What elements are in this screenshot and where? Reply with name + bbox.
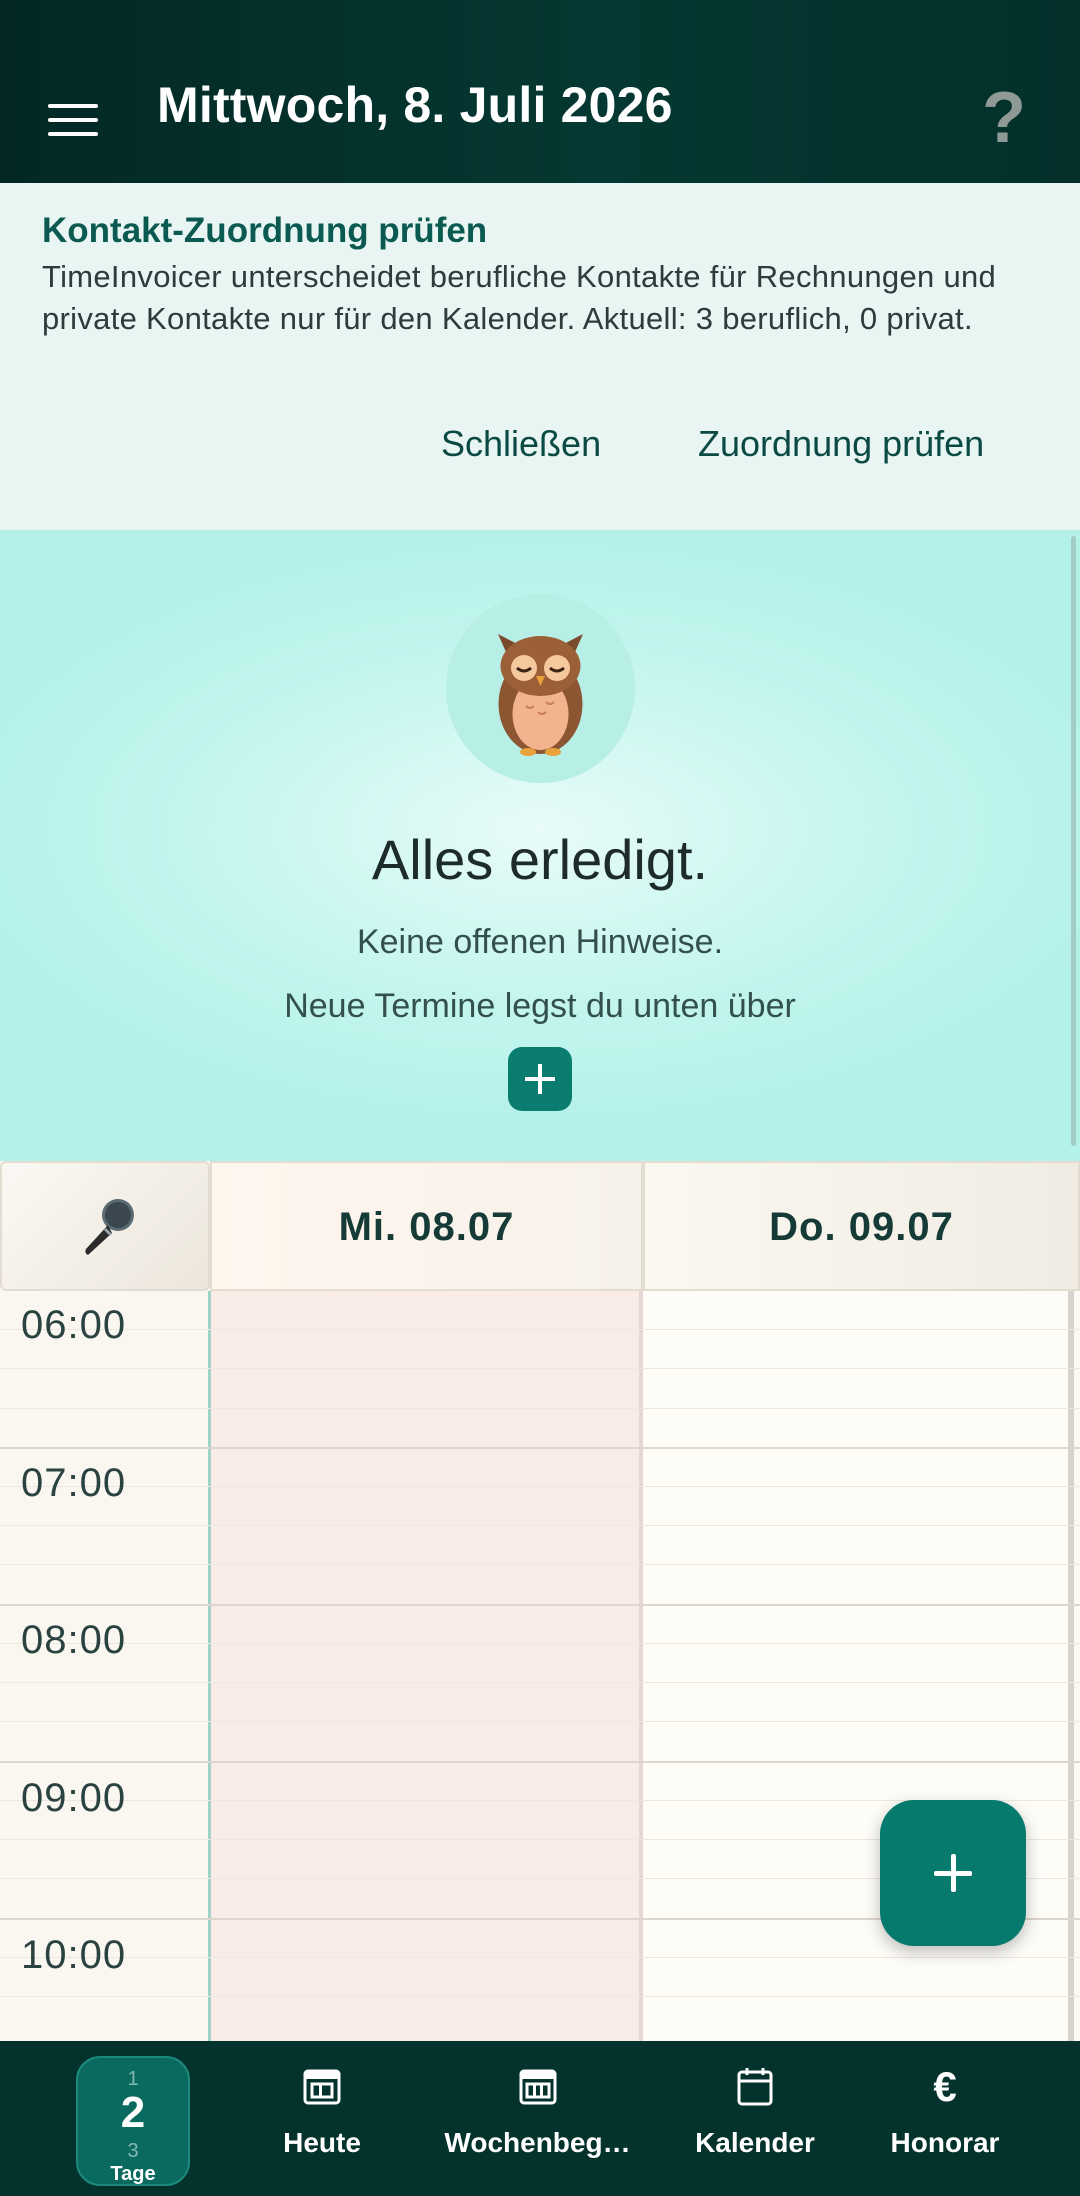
page-title: Mittwoch, 8. Juli 2026 (157, 77, 673, 133)
add-appointment-button[interactable] (880, 1800, 1026, 1946)
grid-edge (1068, 1291, 1074, 2041)
nav-fee[interactable]: € Honorar (885, 2065, 1005, 2175)
empty-state-title: Alles erledigt. (371, 828, 709, 891)
day-header-2[interactable]: Do. 09.07 (643, 1161, 1080, 1291)
bottom-navigation: 1 2 3 Tage Heute Wochenbeg… Kalender € H… (0, 2041, 1080, 2196)
days-option-below: 3 (127, 2140, 139, 2162)
owl-avatar (446, 594, 635, 783)
time-label: 09:00 (21, 1776, 127, 1820)
time-label: 08:00 (21, 1618, 127, 1662)
nav-calendar-label: Kalender (695, 2127, 815, 2158)
day-header-1[interactable]: Mi. 08.07 (210, 1161, 643, 1291)
app-bar: Mittwoch, 8. Juli 2026 ? (0, 0, 1080, 183)
time-column (0, 1291, 208, 2041)
week-calendar-icon (519, 2069, 556, 2105)
hamburger-icon[interactable] (48, 104, 98, 136)
calendar-icon (737, 2068, 773, 2106)
banner-close-button[interactable]: Schließen (441, 423, 601, 465)
day-header-label: Mi. 08.07 (338, 1205, 515, 1249)
voice-input-button[interactable] (0, 1161, 210, 1291)
empty-state-panel: Alles erledigt. Keine offenen Hinweise. … (0, 530, 1080, 1161)
nav-today-label: Heute (283, 2127, 361, 2158)
days-count-toggle[interactable]: 1 2 3 Tage (76, 2056, 190, 2186)
owl-icon (498, 634, 583, 756)
time-label: 06:00 (21, 1303, 127, 1347)
today-calendar-icon (303, 2069, 341, 2105)
empty-state-hint: Neue Termine legst du unten über (284, 987, 796, 1025)
empty-state-subtitle: Keine offenen Hinweise. (356, 923, 724, 961)
day-column-1[interactable] (208, 1291, 643, 2041)
banner-title: Kontakt-Zuordnung prüfen (42, 211, 488, 250)
banner-text: TimeInvoicer unterscheidet berufliche Ko… (42, 259, 997, 336)
time-label: 10:00 (21, 1933, 127, 1977)
nav-today[interactable]: Heute (262, 2065, 382, 2175)
nav-calendar[interactable]: Kalender (690, 2065, 820, 2175)
banner-review-button[interactable]: Zuordnung prüfen (698, 423, 984, 465)
nav-fee-label: Honorar (890, 2127, 1000, 2158)
time-label: 07:00 (21, 1461, 127, 1505)
contact-review-banner: Kontakt-Zuordnung prüfen TimeInvoicer un… (0, 183, 1080, 530)
days-count-value: 2 (120, 2088, 146, 2137)
nav-week-start-label: Wochenbeg… (444, 2127, 631, 2158)
microphone-icon (85, 1199, 134, 1255)
nav-week-start[interactable]: Wochenbeg… (440, 2065, 635, 2175)
euro-icon: € (933, 2063, 957, 2110)
inline-plus-icon (508, 1047, 572, 1111)
day-header-label: Do. 09.07 (769, 1205, 954, 1249)
days-toggle-label: Tage (110, 2163, 156, 2185)
help-icon[interactable]: ? (982, 82, 1026, 154)
